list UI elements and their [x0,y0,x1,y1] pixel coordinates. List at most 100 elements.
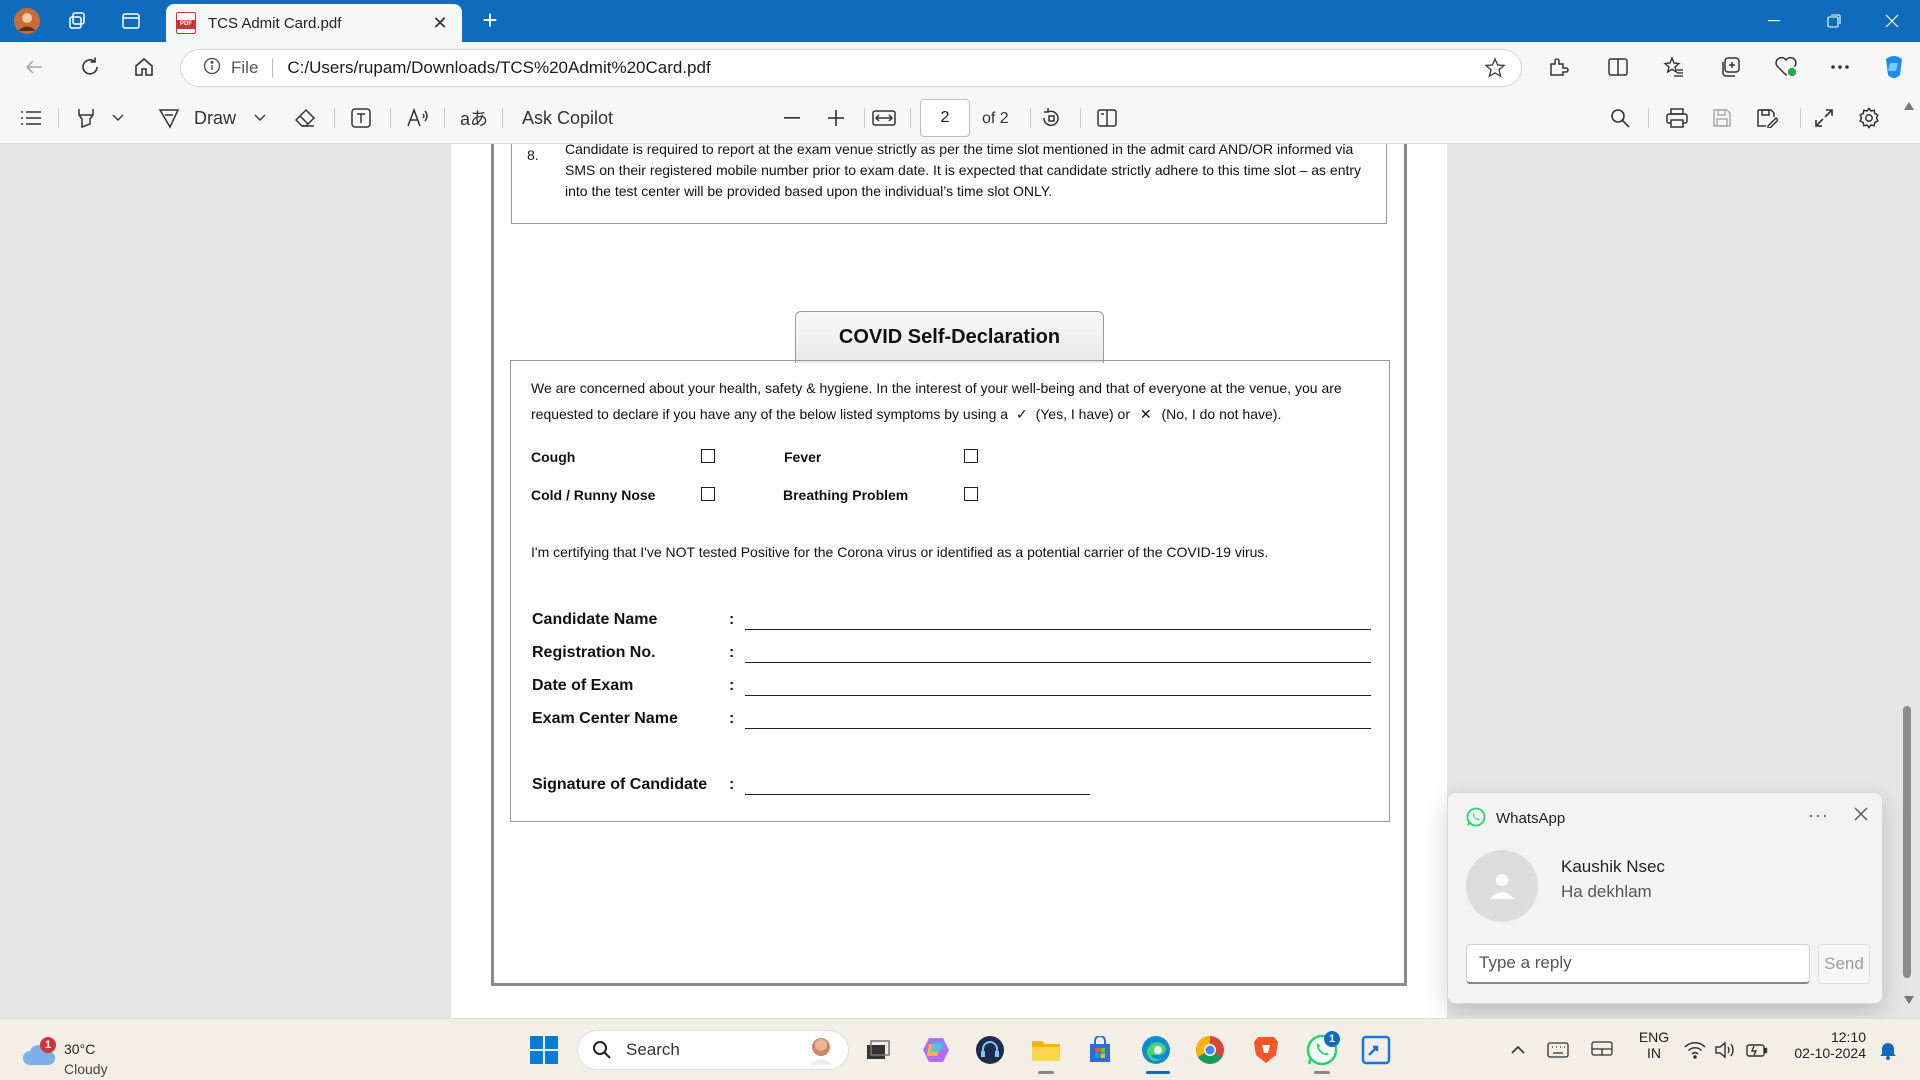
volume-icon[interactable] [1712,1032,1738,1068]
copilot-icon[interactable] [1876,51,1912,83]
back-button[interactable] [16,51,52,83]
draw-button[interactable]: Draw [158,102,236,134]
vertical-tabs-icon[interactable] [116,6,146,36]
page-number-input[interactable]: 2 [920,99,970,137]
split-screen-icon[interactable] [1600,51,1636,83]
zoom-out-icon[interactable] [784,102,800,134]
symptom-cough-checkbox[interactable] [701,449,715,463]
more-options-icon[interactable] [1822,51,1858,83]
url-text[interactable]: C:/Users/rupam/Downloads/TCS%20Admit%20C… [287,58,1475,78]
fit-to-width-icon[interactable] [872,102,896,134]
full-screen-icon[interactable] [1814,102,1834,134]
signature-line[interactable] [745,794,1090,795]
battery-icon[interactable] [1744,1032,1770,1068]
weather-temp: 30°C [64,1041,96,1057]
notification-sender: Kaushik Nsec [1561,857,1665,876]
keyboard-icon[interactable] [1544,1032,1572,1068]
highlight-dropdown-chevron-icon[interactable] [112,102,124,134]
start-windows-icon[interactable] [526,1032,562,1068]
favorite-star-icon[interactable] [1475,57,1515,79]
close-window-button[interactable] [1864,0,1920,42]
clock[interactable]: 12:10 02-10-2024 [1782,1029,1870,1061]
headset-app-icon[interactable] [972,1032,1008,1068]
scroll-down-arrow-icon[interactable] [1904,996,1914,1004]
weather-badge: 1 [40,1037,56,1053]
info-icon[interactable] [203,57,221,80]
notification-close-icon[interactable] [1854,807,1868,826]
weather-widget[interactable]: 1 30°C Cloudy [20,1029,140,1077]
copilot-taskbar-icon[interactable] [918,1032,954,1068]
taskbar: 1 30°C Cloudy Search 1 ENG IN 12:10 02-1… [0,1018,1920,1080]
rotate-icon[interactable] [1040,102,1062,134]
remote-app-icon[interactable] [1358,1032,1394,1068]
language-indicator[interactable]: ENG IN [1634,1029,1674,1061]
task-view-icon[interactable] [860,1032,896,1068]
registration-no-line[interactable] [745,662,1371,663]
colon: : [729,611,735,628]
read-aloud-icon[interactable] [406,102,430,134]
ask-copilot-button[interactable]: Ask Copilot [522,102,613,134]
address-bar[interactable]: File C:/Users/rupam/Downloads/TCS%20Admi… [180,49,1522,87]
microsoft-store-icon[interactable] [1082,1032,1118,1068]
translate-icon[interactable]: aあ [460,102,488,134]
extensions-icon[interactable] [1540,51,1576,83]
whatsapp-icon [1466,807,1486,832]
title-bar: TCS Admit Card.pdf ✕ + [0,0,1920,42]
symptom-breathing-checkbox[interactable] [964,487,978,501]
reply-input[interactable]: Type a reply [1466,944,1810,984]
exam-center-name-line[interactable] [745,728,1371,729]
home-button[interactable] [126,51,162,83]
tab-close-icon[interactable]: ✕ [428,13,452,34]
print-icon[interactable] [1666,102,1688,134]
settings-gear-icon[interactable] [1858,102,1880,134]
symptom-fever-checkbox[interactable] [964,449,978,463]
notification-more-icon[interactable]: ··· [1808,805,1829,826]
workspaces-icon[interactable] [62,6,92,36]
scroll-up-arrow-icon[interactable] [1904,102,1914,110]
find-search-icon[interactable] [1610,102,1630,134]
edge-browser-icon[interactable] [1138,1032,1174,1068]
contents-list-icon[interactable] [20,102,42,134]
divider [1080,108,1081,128]
pdf-page: 8. Candidate is required to report at th… [451,144,1447,1018]
symptom-cold-checkbox[interactable] [701,487,715,501]
collections-icon[interactable] [1712,51,1748,83]
chrome-icon[interactable] [1192,1032,1228,1068]
page-view-icon[interactable] [1096,102,1118,134]
colon: : [729,677,735,694]
minimize-button[interactable] [1746,0,1802,42]
symptom-cough-label: Cough [531,449,576,465]
search-label: Search [626,1040,680,1059]
divider [334,108,335,128]
display-icon[interactable] [1588,1032,1616,1068]
restore-button[interactable] [1806,0,1862,42]
active-indicator [1146,1071,1170,1074]
colon: : [729,776,735,793]
wifi-icon[interactable] [1682,1032,1708,1068]
highlight-icon[interactable] [76,102,96,134]
tab-tcs-admit-card[interactable]: TCS Admit Card.pdf ✕ [166,4,462,42]
send-button[interactable]: Send [1818,944,1870,984]
zoom-in-icon[interactable] [828,102,844,134]
refresh-button[interactable] [72,51,108,83]
file-explorer-icon[interactable] [1028,1032,1064,1068]
eraser-icon[interactable] [294,102,316,134]
draw-dropdown-chevron-icon[interactable] [254,102,266,134]
profile-avatar-icon[interactable] [12,6,42,36]
candidate-name-line[interactable] [745,629,1371,630]
whatsapp-notification[interactable]: WhatsApp ··· Kaushik Nsec Ha dekhlam Typ… [1447,792,1883,1004]
browser-essentials-icon[interactable] [1768,51,1804,83]
date-of-exam-line[interactable] [745,695,1371,696]
scrollbar-thumb[interactable] [1903,706,1911,978]
show-hidden-icons-chevron-icon[interactable] [1506,1032,1530,1068]
add-text-icon[interactable] [350,102,372,134]
notification-message: Ha dekhlam [1561,882,1652,901]
save-icon[interactable] [1712,102,1732,134]
new-tab-button[interactable]: + [474,6,506,36]
brave-browser-icon[interactable] [1248,1032,1284,1068]
taskbar-search[interactable]: Search [577,1030,849,1070]
favorites-icon[interactable] [1656,51,1692,83]
notification-bell-icon[interactable] [1874,1032,1902,1068]
save-as-icon[interactable] [1756,102,1778,134]
signature-label: Signature of Candidate [532,776,708,793]
